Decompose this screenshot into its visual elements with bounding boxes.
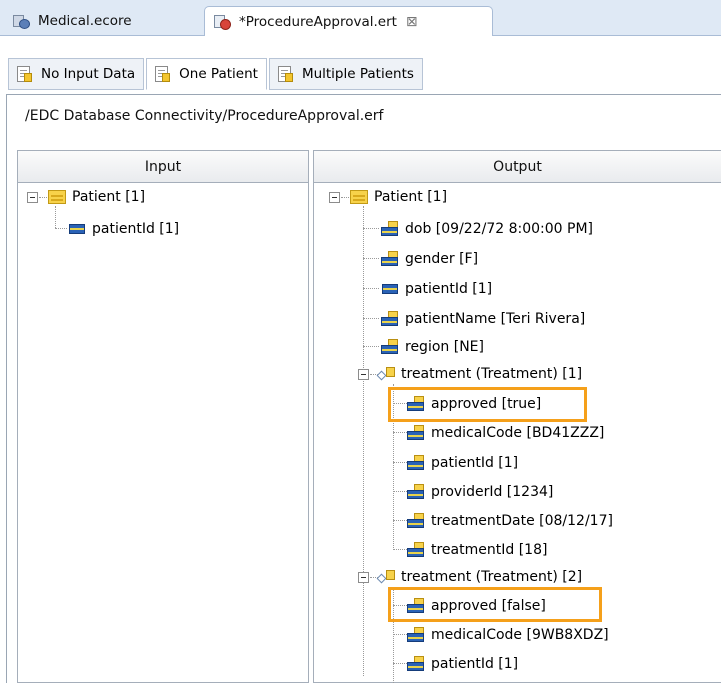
document-icon — [276, 65, 294, 83]
highlight-box — [388, 587, 602, 622]
tree-item-label: patientId [1] — [431, 656, 519, 672]
output-header[interactable]: Output — [314, 151, 721, 183]
tree-item-label: region [NE] — [405, 339, 484, 355]
tree-item-label: Patient [1] — [72, 189, 146, 205]
collapse-icon[interactable] — [329, 192, 340, 203]
document-icon — [153, 65, 171, 83]
tree-item-label: patientId [1] — [431, 455, 519, 471]
tree-item-label: providerId [1234] — [431, 484, 554, 500]
attribute-icon — [380, 251, 400, 267]
tree-item-patient-name[interactable]: patientName [Teri Rivera] — [380, 306, 585, 332]
document-icon — [15, 65, 33, 83]
tree-item-label: treatment (Treatment) [1] — [401, 366, 583, 382]
close-icon[interactable]: ⊠ — [406, 14, 418, 30]
collapse-icon[interactable] — [358, 369, 369, 380]
tab-medical-ecore[interactable]: Medical.ecore — [4, 6, 200, 36]
tree-item-label: dob [09/22/72 8:00:00 PM] — [405, 221, 593, 237]
collapse-icon[interactable] — [27, 192, 38, 203]
tree-item-patient[interactable]: Patient [1] — [47, 184, 145, 210]
tab-one-patient[interactable]: One Patient — [146, 58, 267, 90]
tab-multiple-patients[interactable]: Multiple Patients — [268, 58, 423, 90]
tree-item-label: Patient [1] — [374, 189, 448, 205]
reference-icon — [376, 366, 396, 382]
tree-item-medical-code[interactable]: medicalCode [9WB8XDZ] — [406, 622, 609, 648]
tree-item-gender[interactable]: gender [F] — [380, 246, 478, 272]
tree-item-patient-id[interactable]: patientId [1] — [406, 651, 518, 677]
folder-icon — [349, 189, 369, 205]
editor-tab-bar: Medical.ecore *ProcedureApproval.ert ⊠ — [0, 0, 721, 37]
tree-item-patient-id[interactable]: patientId [1] — [380, 276, 492, 302]
scenario-tabs: No Input Data One Patient Multiple Patie… — [8, 58, 425, 90]
attribute-icon — [406, 656, 426, 672]
attribute-icon — [406, 542, 426, 558]
tree-item-label: medicalCode [9WB8XDZ] — [431, 627, 609, 643]
attribute-icon — [406, 484, 426, 500]
tree-item-medical-code[interactable]: medicalCode [BD41ZZZ] — [406, 420, 604, 446]
attribute-icon — [380, 339, 400, 355]
tree-item-label: patientId [1] — [92, 221, 180, 237]
tree-item-region[interactable]: region [NE] — [380, 334, 484, 360]
attribute-icon — [406, 455, 426, 471]
highlight-box — [388, 387, 587, 422]
tree-item-label: treatmentDate [08/12/17] — [431, 513, 613, 529]
attribute-icon — [406, 513, 426, 529]
tree-item-dob[interactable]: dob [09/22/72 8:00:00 PM] — [380, 216, 593, 242]
tab-label: Multiple Patients — [301, 66, 414, 82]
attribute-icon — [406, 425, 426, 441]
tab-label: *ProcedureApproval.ert — [239, 14, 397, 30]
tab-label: No Input Data — [41, 66, 136, 82]
attribute-icon — [380, 281, 400, 297]
tree-item-label: treatment (Treatment) [2] — [401, 569, 583, 585]
tree-item-treatment-date[interactable]: treatmentDate [08/12/17] — [406, 508, 613, 534]
attribute-icon — [406, 627, 426, 643]
tree-item-label: medicalCode [BD41ZZZ] — [431, 425, 605, 441]
attribute-icon — [67, 221, 87, 237]
ecore-file-icon — [12, 12, 30, 30]
folder-icon — [47, 189, 67, 205]
attribute-icon — [380, 311, 400, 327]
tab-label: Medical.ecore — [38, 13, 132, 29]
tab-label: One Patient — [179, 66, 258, 82]
file-path: /EDC Database Connectivity/ProcedureAppr… — [25, 108, 384, 124]
tree-item-provider-id[interactable]: providerId [1234] — [406, 479, 553, 505]
attribute-icon — [380, 221, 400, 237]
tree-item-label: treatmentId [18] — [431, 542, 548, 558]
tree-item-patient-id[interactable]: patientId [1] — [67, 216, 179, 242]
tree-item-label: patientId [1] — [405, 281, 493, 297]
tab-no-input-data[interactable]: No Input Data — [8, 58, 145, 90]
tree-item-treatment-id[interactable]: treatmentId [18] — [406, 537, 547, 563]
input-header[interactable]: Input — [18, 151, 308, 183]
tree-item-patient-id[interactable]: patientId [1] — [406, 450, 518, 476]
tab-procedure-approval-ert[interactable]: *ProcedureApproval.ert ⊠ — [204, 6, 493, 37]
tree-item-label: gender [F] — [405, 251, 479, 267]
tree-item-label: patientName [Teri Rivera] — [405, 311, 586, 327]
tree-item-patient[interactable]: Patient [1] — [349, 184, 447, 210]
reference-icon — [376, 569, 396, 585]
ert-file-icon — [213, 13, 231, 31]
collapse-icon[interactable] — [358, 572, 369, 583]
tree-item-treatment-1[interactable]: treatment (Treatment) [1] — [376, 361, 582, 387]
